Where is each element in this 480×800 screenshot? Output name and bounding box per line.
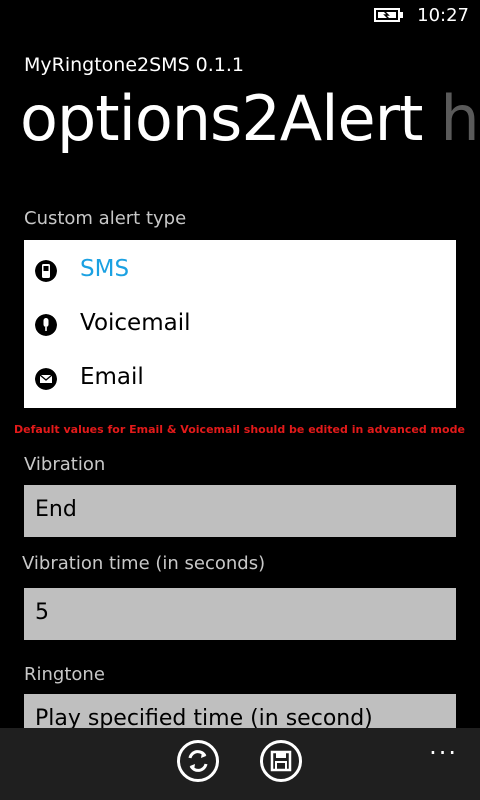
warning-message: Default values for Email & Voicemail sho… xyxy=(14,423,465,436)
alert-option-label: Voicemail xyxy=(80,310,191,336)
envelope-icon xyxy=(35,368,57,390)
pivot-header[interactable]: options2Alert h xyxy=(20,82,480,172)
save-button[interactable] xyxy=(260,740,302,782)
application-bar: ... xyxy=(0,728,480,800)
vibration-picker[interactable]: End xyxy=(24,485,456,537)
microphone-icon xyxy=(35,314,57,336)
alert-option-voicemail[interactable]: Voicemail xyxy=(24,298,456,352)
status-bar: 10:27 xyxy=(0,0,480,32)
alert-option-label: Email xyxy=(80,364,144,390)
refresh-icon xyxy=(188,750,208,772)
clock: 10:27 xyxy=(417,5,469,26)
pivot-item-next[interactable]: h xyxy=(440,82,479,155)
ringtone-label: Ringtone xyxy=(24,664,105,685)
alert-option-email[interactable]: Email xyxy=(24,352,456,406)
vibration-label: Vibration xyxy=(24,454,106,475)
alert-type-label: Custom alert type xyxy=(24,208,187,229)
refresh-button[interactable] xyxy=(177,740,219,782)
pivot-item-current[interactable]: options2Alert xyxy=(20,82,423,155)
sms-icon xyxy=(35,260,57,282)
save-icon xyxy=(270,750,292,772)
app-title: MyRingtone2SMS 0.1.1 xyxy=(24,54,245,76)
vibration-time-input[interactable]: 5 xyxy=(24,588,456,640)
vibration-time-label: Vibration time (in seconds) xyxy=(22,553,266,574)
alert-option-sms[interactable]: SMS xyxy=(24,244,456,298)
alert-type-list[interactable]: SMS Voicemail Email xyxy=(24,240,456,408)
more-button[interactable]: ... xyxy=(429,732,458,760)
alert-option-label: SMS xyxy=(80,256,130,282)
battery-charging-icon xyxy=(374,8,403,22)
